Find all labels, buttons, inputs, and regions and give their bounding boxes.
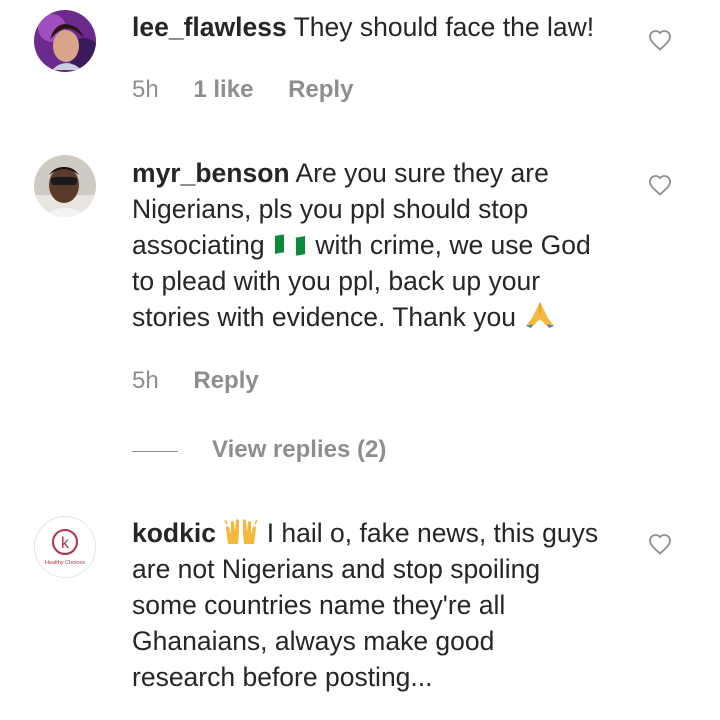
username[interactable]: lee_flawless — [132, 12, 287, 42]
avatar-letter: k — [61, 535, 70, 552]
comment-line: research before posting... — [132, 662, 433, 692]
timestamp: 5h — [132, 76, 159, 103]
comment-line: I hail o, fake news, this guys — [266, 518, 599, 548]
comment-line: some countries name they're all — [132, 590, 506, 620]
nigeria-flag-emoji — [274, 234, 306, 256]
comment-body: They should face the law! — [293, 12, 595, 42]
avatar-caption: Healthy Choices — [45, 560, 85, 566]
comment-meta: 5h Reply — [132, 367, 287, 397]
comment-line: associating — [132, 230, 265, 260]
avatar[interactable] — [34, 155, 96, 217]
comment-line: stories with evidence. Thank you — [132, 302, 516, 332]
comment-text: lee_flawless They should face the law! — [132, 9, 632, 45]
timestamp: 5h — [132, 367, 159, 394]
view-replies-label[interactable]: View replies (2) — [212, 436, 386, 464]
avatar[interactable]: k Healthy Choices — [34, 516, 96, 578]
comment-meta: 5h 1 like Reply — [132, 76, 381, 106]
reply-button[interactable]: Reply — [288, 76, 353, 104]
reply-button[interactable]: Reply — [193, 367, 258, 395]
comment-line: with crime, we use God — [315, 230, 591, 260]
comment-line: to plead with you ppl, back up your — [132, 266, 541, 296]
raising-hands-emoji — [224, 519, 258, 544]
comment-text: kodkic I hail o, fake news, this guys ar… — [132, 515, 632, 695]
comment-text: myr_benson Are you sure they are Nigeria… — [132, 155, 632, 335]
username[interactable]: kodkic — [132, 518, 216, 548]
heart-outline-icon[interactable] — [648, 29, 672, 51]
divider-line — [132, 451, 178, 452]
heart-outline-icon[interactable] — [648, 533, 672, 555]
comment-line: are not Nigerians and stop spoiling — [132, 554, 541, 584]
folded-hands-emoji — [526, 302, 555, 328]
comment-line: Are you sure they are — [295, 158, 549, 188]
comment-line: Ghanaians, always make good — [132, 626, 495, 656]
like-count[interactable]: 1 like — [193, 76, 253, 104]
avatar[interactable] — [34, 10, 96, 72]
comment-line: Nigerians, pls you ppl should stop — [132, 194, 529, 224]
heart-outline-icon[interactable] — [648, 174, 672, 196]
username[interactable]: myr_benson — [132, 158, 290, 188]
